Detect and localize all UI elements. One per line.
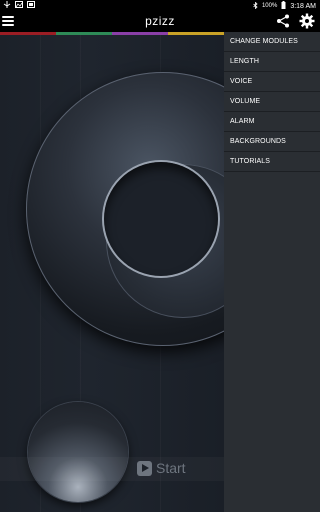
start-label: Start	[156, 460, 186, 476]
control-knob[interactable]	[28, 402, 128, 502]
player-area	[0, 35, 224, 512]
clock: 3:18 AM	[290, 2, 316, 10]
status-bar: 100% 3:18 AM	[0, 0, 320, 10]
menu-item-voice[interactable]: VOICE	[224, 72, 320, 92]
share-icon[interactable]	[276, 14, 290, 28]
play-icon	[137, 460, 152, 476]
start-button[interactable]: Start	[137, 460, 186, 476]
notification-icons	[3, 1, 35, 8]
usb-icon	[3, 1, 11, 8]
menu-item-alarm[interactable]: ALARM	[224, 112, 320, 132]
menu-item-tutorials[interactable]: TUTORIALS	[224, 152, 320, 172]
image-icon	[15, 1, 23, 8]
screenshot-icon	[27, 1, 35, 8]
progress-ring[interactable]	[26, 72, 224, 346]
action-bar: pzizz	[0, 10, 320, 32]
gear-icon[interactable]	[299, 13, 315, 29]
menu-item-change-modules[interactable]: CHANGE MODULES	[224, 32, 320, 52]
start-band	[0, 457, 224, 481]
menu-item-length[interactable]: LENGTH	[224, 52, 320, 72]
side-menu: CHANGE MODULES LENGTH VOICE VOLUME ALARM…	[224, 32, 320, 512]
progress-ring-center	[104, 162, 218, 276]
battery-percentage: 100%	[261, 3, 278, 9]
menu-item-backgrounds[interactable]: BACKGROUNDS	[224, 132, 320, 152]
app-title: pzizz	[145, 14, 175, 28]
menu-item-volume[interactable]: VOLUME	[224, 92, 320, 112]
